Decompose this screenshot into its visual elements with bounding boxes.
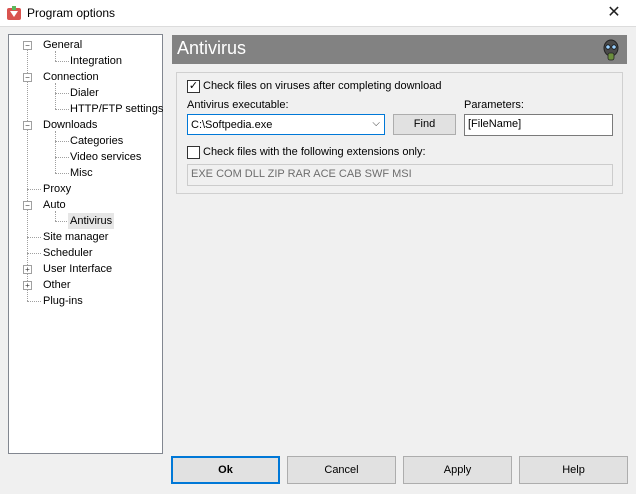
extensions-only-checkbox[interactable] xyxy=(187,146,200,159)
tree-line xyxy=(27,45,28,301)
gas-mask-icon xyxy=(603,39,619,61)
collapse-icon[interactable]: − xyxy=(23,121,32,130)
tree-line xyxy=(27,237,41,238)
tree-item-dialer[interactable]: Dialer xyxy=(68,85,101,101)
tree-item-general[interactable]: General xyxy=(41,37,84,53)
expand-icon[interactable]: + xyxy=(23,281,32,290)
tree-item-downloads[interactable]: Downloads xyxy=(41,117,99,133)
ok-button[interactable]: Ok xyxy=(171,456,280,484)
tree-line xyxy=(55,93,69,94)
tree-line xyxy=(55,83,56,109)
tree-item-connection[interactable]: Connection xyxy=(41,69,101,85)
extensions-input[interactable]: EXE COM DLL ZIP RAR ACE CAB SWF MSI xyxy=(187,164,613,186)
help-button[interactable]: Help xyxy=(519,456,628,484)
extensions-only-label: Check files with the following extension… xyxy=(203,146,426,158)
tree-line xyxy=(55,173,69,174)
tree-line xyxy=(55,141,69,142)
collapse-icon[interactable]: − xyxy=(23,41,32,50)
tree-item-user-interface[interactable]: User Interface xyxy=(41,261,114,277)
tree-item-categories[interactable]: Categories xyxy=(68,133,125,149)
tree-item-other[interactable]: Other xyxy=(41,277,73,293)
tree-item-http-ftp-settings[interactable]: HTTP/FTP settings xyxy=(68,101,165,117)
check-on-download-label: Check files on viruses after completing … xyxy=(203,80,442,92)
tree-item-plug-ins[interactable]: Plug-ins xyxy=(41,293,85,309)
collapse-icon[interactable]: − xyxy=(23,73,32,82)
options-tree[interactable]: − − − − + + General Integration Connecti… xyxy=(8,34,163,454)
tree-item-proxy[interactable]: Proxy xyxy=(41,181,73,197)
tree-line xyxy=(27,189,41,190)
find-button[interactable]: Find xyxy=(393,114,456,135)
window-title: Program options xyxy=(27,6,116,20)
antivirus-executable-combo[interactable]: C:\Softpedia.exe ⌵ xyxy=(187,114,385,135)
chevron-down-icon[interactable]: ⌵ xyxy=(372,118,380,129)
app-icon xyxy=(7,6,21,20)
tree-line xyxy=(55,157,69,158)
executable-value: C:\Softpedia.exe xyxy=(191,119,273,131)
tree-item-antivirus[interactable]: Antivirus xyxy=(68,213,115,229)
tree-line xyxy=(55,61,69,62)
check-on-download-checkbox[interactable]: ✓ xyxy=(187,80,200,93)
parameters-label: Parameters: xyxy=(464,99,524,111)
tree-item-auto[interactable]: Auto xyxy=(41,197,68,213)
tree-item-misc[interactable]: Misc xyxy=(68,165,95,181)
collapse-icon[interactable]: − xyxy=(23,201,32,210)
close-button[interactable]: ✕ xyxy=(592,0,636,26)
tree-item-integration[interactable]: Integration xyxy=(68,53,124,69)
expand-icon[interactable]: + xyxy=(23,265,32,274)
tree-line xyxy=(55,221,69,222)
tree-item-scheduler[interactable]: Scheduler xyxy=(41,245,95,261)
section-title: Antivirus xyxy=(177,38,247,58)
section-header: Antivirus xyxy=(172,35,627,64)
tree-item-video-services[interactable]: Video services xyxy=(68,149,143,165)
apply-button[interactable]: Apply xyxy=(403,456,512,484)
tree-item-site-manager[interactable]: Site manager xyxy=(41,229,110,245)
executable-label: Antivirus executable: xyxy=(187,99,289,111)
tree-line xyxy=(27,253,41,254)
parameters-input[interactable]: [FileName] xyxy=(464,114,613,136)
cancel-button[interactable]: Cancel xyxy=(287,456,396,484)
tree-line xyxy=(27,301,41,302)
title-bar: Program options ✕ xyxy=(0,0,636,27)
tree-line xyxy=(55,131,56,173)
tree-line xyxy=(55,109,69,110)
